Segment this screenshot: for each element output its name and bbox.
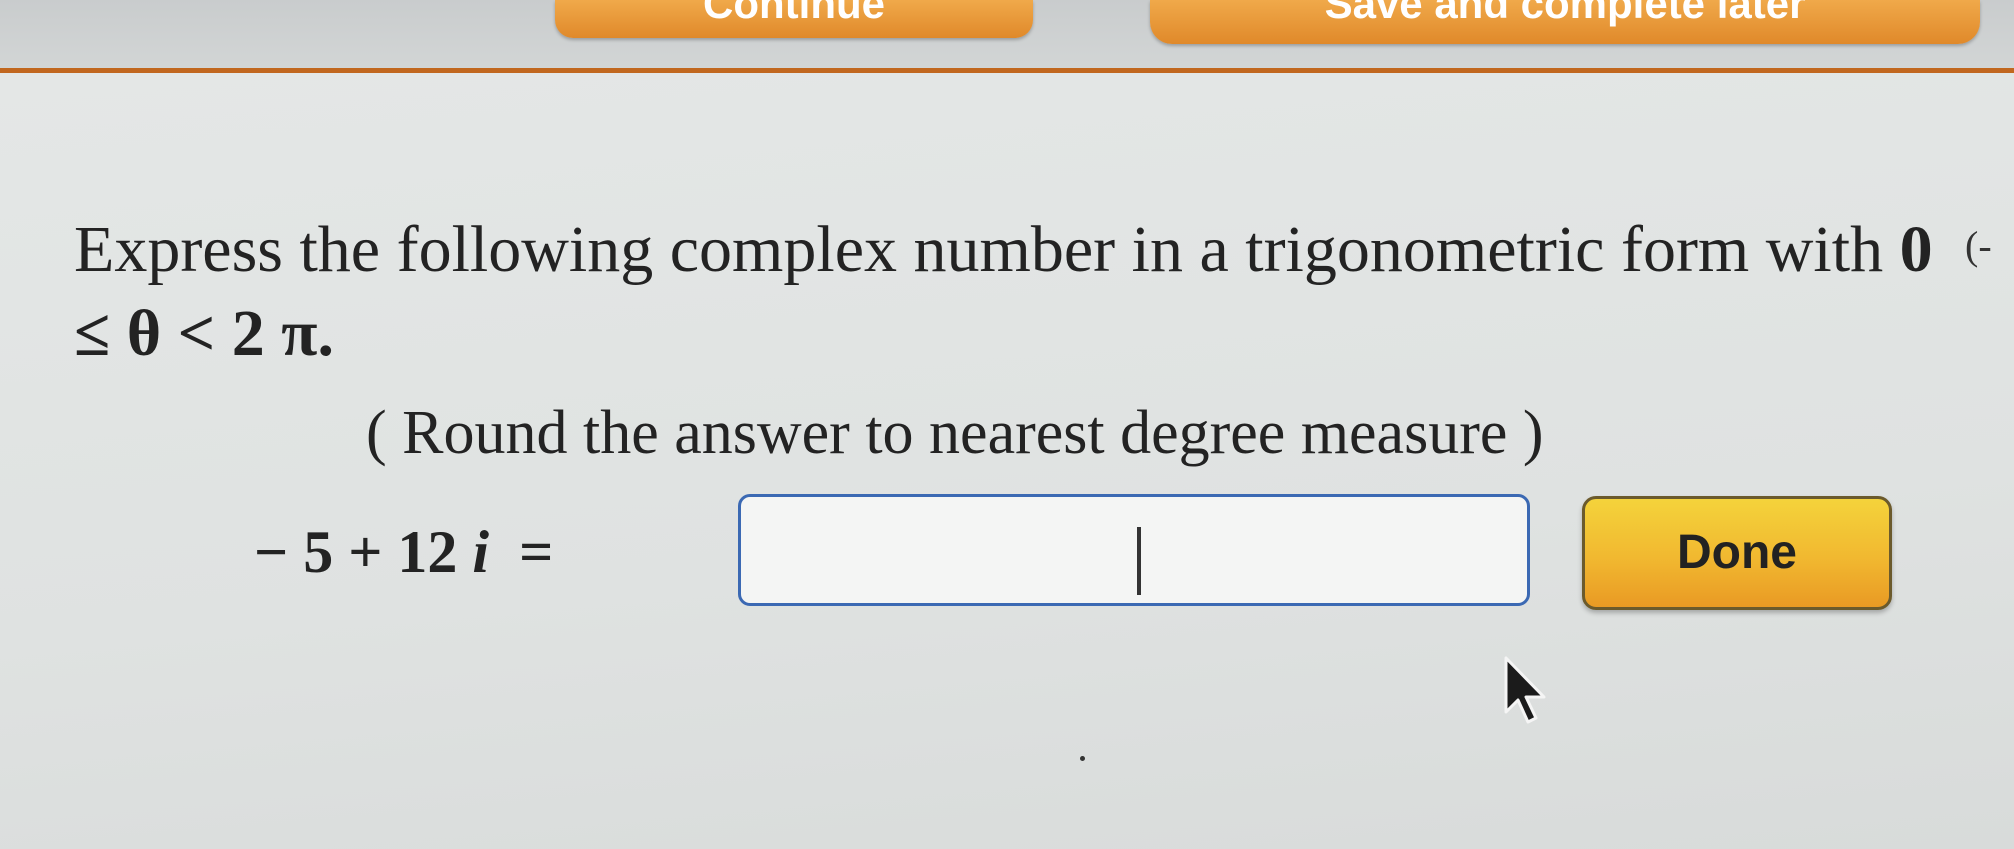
imaginary-unit: i: [472, 519, 490, 585]
top-toolbar: Continue Save and complete later: [0, 0, 2014, 72]
answer-input[interactable]: [738, 494, 1530, 606]
screen-speck: [1080, 756, 1085, 761]
complex-number-equation: − 5 + 12 i =: [254, 518, 553, 587]
rounding-instruction: ( Round the answer to nearest degree mea…: [366, 399, 1544, 467]
mouse-pointer-icon: [1504, 656, 1546, 724]
question-text: Express the following complex number in …: [74, 208, 1934, 376]
save-and-complete-later-button[interactable]: Save and complete later: [1150, 0, 1980, 44]
top-action-button-1-label: Continue: [703, 0, 885, 27]
top-action-button-1[interactable]: Continue: [555, 0, 1033, 38]
cut-off-side-text: (-: [1965, 223, 1992, 268]
equals-sign: =: [519, 519, 554, 585]
save-and-complete-later-label: Save and complete later: [1324, 0, 1806, 27]
equation-left-side: − 5 + 12: [254, 519, 458, 585]
text-caret: [1137, 527, 1141, 595]
done-button[interactable]: Done: [1582, 496, 1892, 610]
question-prompt: Express the following complex number in …: [74, 213, 1884, 286]
